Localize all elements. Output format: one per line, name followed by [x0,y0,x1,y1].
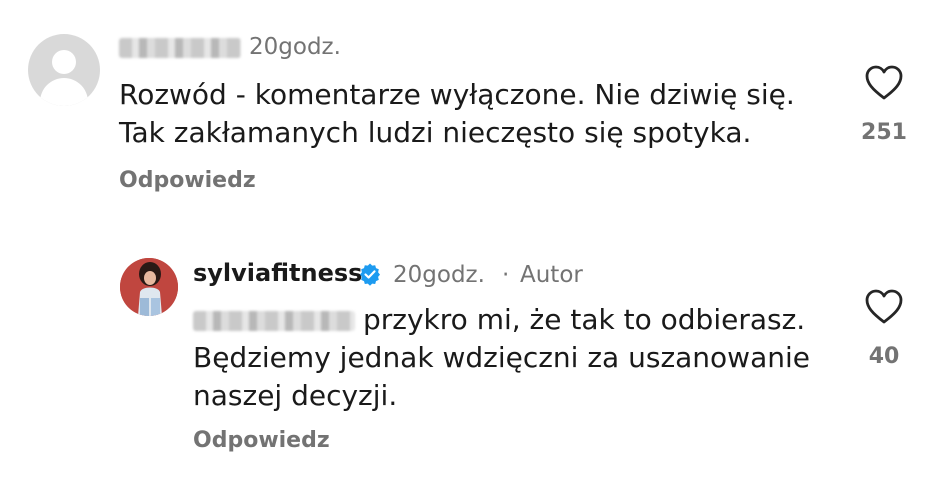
default-avatar-icon[interactable] [28,34,100,106]
comment-reply-button[interactable]: Odpowiedz [119,168,256,193]
verified-badge-icon [360,263,380,286]
avatar-photo [120,258,178,316]
comments-thread: 20godz. Rozwód - komentarze wyłączone. N… [0,0,932,480]
comment-text-line-1: Rozwód - komentarze wyłączone. Nie dziwi… [119,78,795,111]
comment-text: Rozwód - komentarze wyłączone. Nie dziwi… [119,76,795,152]
heart-outline-icon[interactable] [864,64,904,102]
reply-text-line-3: naszej decyzji. [193,379,398,412]
comment-timestamp: 20godz. [249,34,341,60]
author-badge: Autor [520,262,583,288]
user-avatar[interactable] [120,258,178,316]
reply-text: przykro mi, że tak to odbierasz. Będziem… [193,301,810,415]
blurred-username[interactable] [119,38,241,58]
reply-reply-button[interactable]: Odpowiedz [193,428,330,453]
avatar-body-shape [40,78,88,106]
reply-like-count: 40 [868,344,900,369]
reply-text-line-1: przykro mi, że tak to odbierasz. [363,303,806,336]
comment-text-line-2: Tak zakłamanych ludzi nieczęsto się spot… [119,116,752,149]
heart-outline-icon[interactable] [864,288,904,326]
reply-text-line-2: Będziemy jednak wdzięczni za uszanowanie [193,341,810,374]
reply-username[interactable]: sylviafitness [193,259,362,287]
comment-like-count: 251 [861,120,907,145]
reply-timestamp: 20godz. [393,262,485,288]
meta-separator: · [502,262,510,288]
avatar-head-shape [52,50,76,74]
